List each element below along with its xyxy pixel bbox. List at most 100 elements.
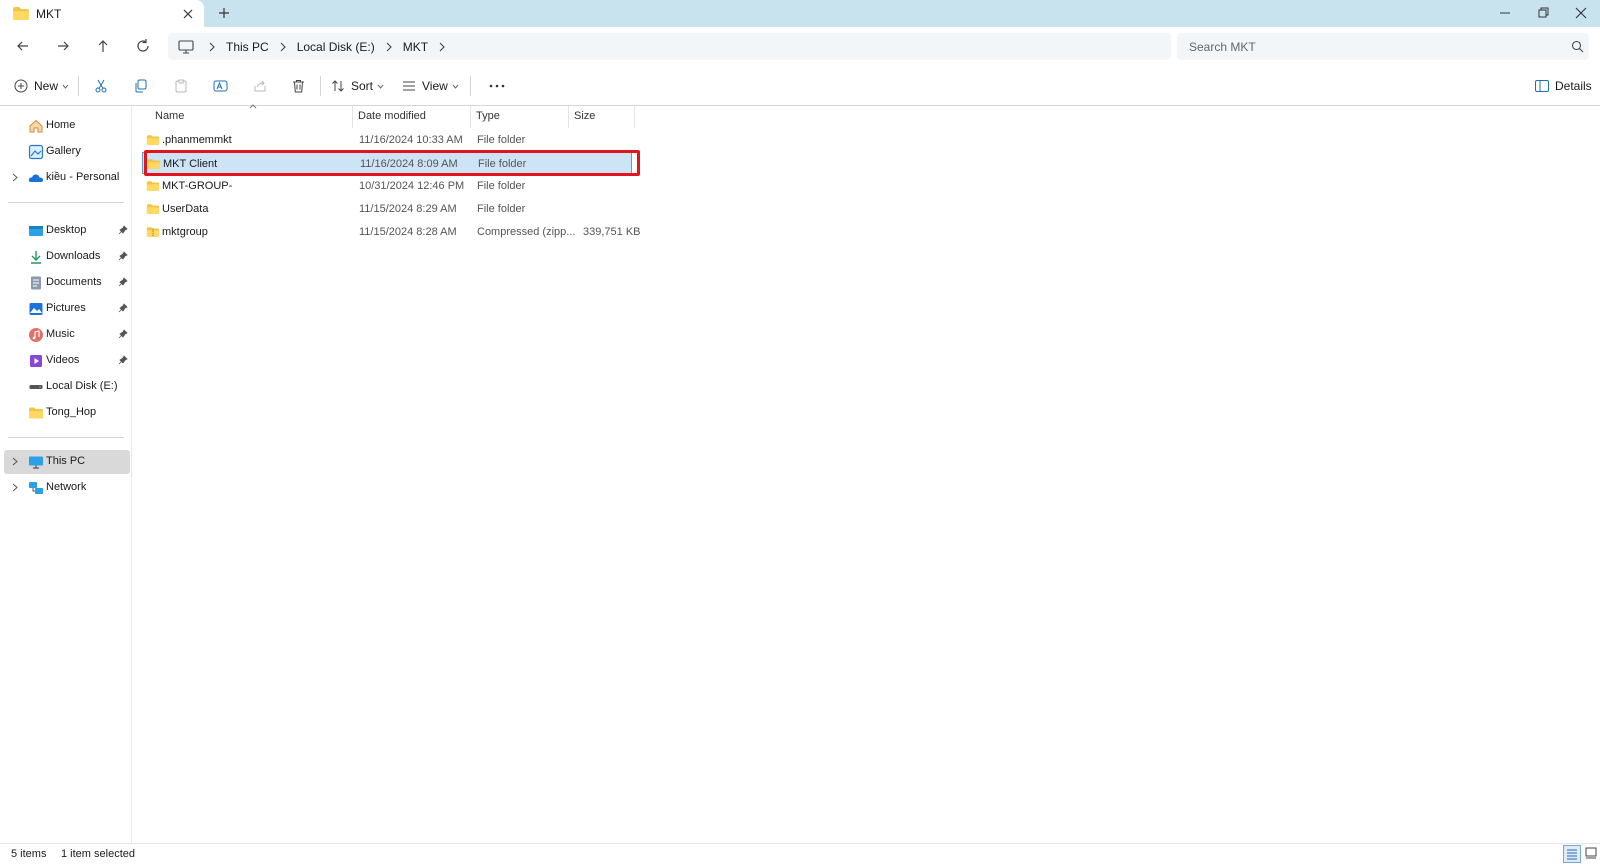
breadcrumb-this-pc[interactable]: This PC <box>226 40 269 54</box>
sidebar-item-videos[interactable]: Videos <box>4 349 130 373</box>
view-label: View <box>422 79 448 93</box>
column-divider[interactable] <box>352 106 353 128</box>
new-tab-icon[interactable] <box>216 5 232 21</box>
sidebar-item-downloads[interactable]: Downloads <box>4 245 130 269</box>
paste-icon <box>174 79 188 93</box>
title-bar: MKT <box>0 0 1600 27</box>
file-row[interactable]: UserData 11/15/2024 8:29 AM File folder <box>142 198 632 220</box>
cut-button[interactable] <box>94 77 108 95</box>
status-bar: 5 items 1 item selected <box>0 843 1600 864</box>
folder-icon <box>146 179 160 193</box>
share-button[interactable] <box>253 77 267 95</box>
file-name: UserData <box>162 203 209 215</box>
column-header-size[interactable]: Size <box>574 110 595 122</box>
sidebar-item-label: Pictures <box>46 302 86 314</box>
file-name: MKT-GROUP- <box>162 180 233 192</box>
chevron-right-icon[interactable] <box>438 42 446 52</box>
close-tab-icon[interactable] <box>180 6 196 22</box>
sidebar-item-label: Network <box>46 481 87 493</box>
pin-icon[interactable] <box>118 225 128 235</box>
sidebar-item-network[interactable]: Network <box>4 476 130 500</box>
pin-icon[interactable] <box>118 329 128 339</box>
file-list: Name Date modified Type Size .phanmemmkt… <box>132 103 1600 843</box>
tab-mkt[interactable]: MKT <box>0 0 204 27</box>
file-row[interactable]: MKT-GROUP- 10/31/2024 12:46 PM File fold… <box>142 175 632 197</box>
pin-icon[interactable] <box>118 251 128 261</box>
trash-icon <box>292 79 305 93</box>
column-headers: Name Date modified Type Size <box>132 103 652 128</box>
up-arrow-icon[interactable] <box>94 37 112 55</box>
documents-icon <box>28 275 44 291</box>
file-date: 11/15/2024 8:28 AM <box>359 226 457 238</box>
search-input[interactable] <box>1177 33 1589 60</box>
sort-button[interactable]: Sort <box>331 77 384 95</box>
column-header-type[interactable]: Type <box>476 110 500 122</box>
large-icons-view-icon[interactable] <box>1584 846 1600 862</box>
close-window-icon[interactable] <box>1572 4 1590 22</box>
pin-icon[interactable] <box>118 303 128 313</box>
details-pane-button[interactable]: Details <box>1535 77 1592 95</box>
sidebar-item-local-disk[interactable]: Local Disk (E:) <box>4 375 130 399</box>
drive-icon <box>28 379 44 395</box>
details-view-icon[interactable] <box>1563 845 1581 863</box>
column-divider[interactable] <box>568 106 569 128</box>
view-button[interactable]: View <box>402 77 459 95</box>
column-divider[interactable] <box>634 106 635 128</box>
sort-caret-icon <box>249 103 257 109</box>
sidebar-item-music[interactable]: Music <box>4 323 130 347</box>
chevron-down-icon <box>62 84 69 89</box>
chevron-right-icon[interactable] <box>12 173 18 182</box>
column-header-date[interactable]: Date modified <box>358 110 426 122</box>
column-header-name[interactable]: Name <box>155 110 184 122</box>
sidebar-item-pictures[interactable]: Pictures <box>4 297 130 321</box>
file-type: File folder <box>477 203 526 215</box>
network-icon <box>28 480 44 496</box>
sort-icon <box>331 79 345 93</box>
sidebar-item-label: Videos <box>46 354 80 366</box>
computer-icon <box>178 39 194 54</box>
file-row[interactable]: .phanmemmkt 11/16/2024 10:33 AM File fol… <box>142 129 632 151</box>
sidebar-item-this-pc[interactable]: This PC <box>4 450 130 474</box>
file-size: 339,751 KB <box>583 226 641 238</box>
rename-button[interactable] <box>213 77 228 95</box>
forward-arrow-icon[interactable] <box>54 37 72 55</box>
chevron-right-icon[interactable] <box>279 42 287 52</box>
minimize-icon[interactable] <box>1496 4 1514 22</box>
delete-button[interactable] <box>292 77 305 95</box>
chevron-right-icon[interactable] <box>12 483 18 492</box>
column-divider[interactable] <box>470 106 471 128</box>
computer-icon <box>28 454 44 470</box>
back-arrow-icon[interactable] <box>14 37 32 55</box>
sidebar-item-desktop[interactable]: Desktop <box>4 219 130 243</box>
rename-icon <box>213 79 228 93</box>
pin-icon[interactable] <box>118 277 128 287</box>
chevron-right-icon[interactable] <box>208 42 216 52</box>
restore-icon[interactable] <box>1534 4 1552 22</box>
breadcrumb-local-disk[interactable]: Local Disk (E:) <box>297 40 375 54</box>
file-type: Compressed (zipp... <box>477 226 576 238</box>
chevron-right-icon[interactable] <box>12 457 18 466</box>
zip-folder-icon <box>146 225 160 239</box>
paste-button[interactable] <box>174 77 188 95</box>
sidebar-item-documents[interactable]: Documents <box>4 271 130 295</box>
chevron-right-icon[interactable] <box>385 42 393 52</box>
address-bar[interactable]: This PC Local Disk (E:) MKT <box>168 33 1171 60</box>
copy-button[interactable] <box>134 77 148 95</box>
new-label: New <box>34 79 59 93</box>
plus-circle-icon <box>14 79 28 93</box>
refresh-icon[interactable] <box>134 37 152 55</box>
file-row[interactable]: mktgroup 11/15/2024 8:28 AM Compressed (… <box>142 221 641 243</box>
sidebar-item-tong-hop[interactable]: Tong_Hop <box>4 401 130 425</box>
sidebar-item-label: Home <box>46 119 76 131</box>
sidebar-item-onedrive[interactable]: kiều - Personal <box>4 166 130 190</box>
pin-icon[interactable] <box>118 355 128 365</box>
navigation-pane: Home Gallery kiều - Personal Desktop Dow… <box>0 106 132 843</box>
sidebar-item-label: Local Disk (E:) <box>46 380 118 392</box>
sidebar-item-home[interactable]: Home <box>4 114 130 138</box>
search-icon[interactable] <box>1571 40 1584 53</box>
more-options-button[interactable] <box>489 77 505 95</box>
new-button[interactable]: New <box>14 77 69 95</box>
desktop-icon <box>28 223 44 239</box>
sidebar-item-gallery[interactable]: Gallery <box>4 140 130 164</box>
breadcrumb-mkt[interactable]: MKT <box>403 40 428 54</box>
